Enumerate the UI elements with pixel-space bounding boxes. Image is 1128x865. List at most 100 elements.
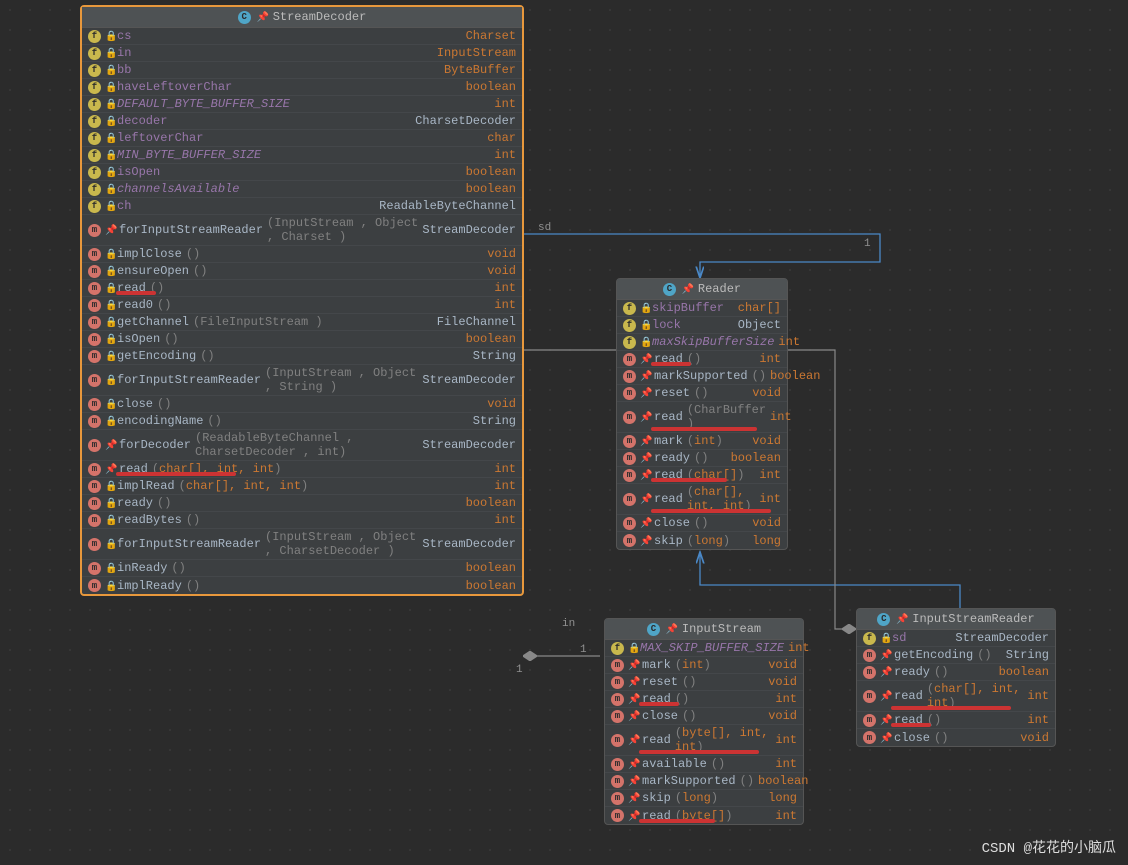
member-type: String bbox=[473, 414, 516, 428]
member-row[interactable]: m🔒inReady ()boolean bbox=[82, 560, 522, 577]
member-row[interactable]: m🔒getChannel (FileInputStream )FileChann… bbox=[82, 314, 522, 331]
member-row[interactable]: f🔒sdStreamDecoder bbox=[857, 630, 1055, 647]
member-row[interactable]: m📌reset ()void bbox=[605, 674, 803, 691]
member-row[interactable]: m🔒ensureOpen ()void bbox=[82, 263, 522, 280]
member-row[interactable]: m📌read ()int bbox=[605, 691, 803, 708]
class-box-inputstreamreader[interactable]: C 📌 InputStreamReader f🔒sdStreamDecoderm… bbox=[856, 608, 1056, 747]
field-icon: f bbox=[88, 200, 101, 213]
member-row[interactable]: m📌close ()void bbox=[617, 515, 787, 532]
class-icon: C bbox=[663, 283, 676, 296]
member-name: bb bbox=[117, 63, 131, 77]
member-row[interactable]: m📌read ()int bbox=[857, 712, 1055, 729]
member-row[interactable]: m🔒getEncoding ()String bbox=[82, 348, 522, 365]
member-row[interactable]: m📌read (char[])int bbox=[617, 467, 787, 484]
member-row[interactable]: m📌read (char[], int, int)int bbox=[857, 681, 1055, 712]
member-row[interactable]: m📌markSupported ()boolean bbox=[605, 773, 803, 790]
member-params: () bbox=[682, 709, 696, 723]
member-row[interactable]: m📌read (CharBuffer )int bbox=[617, 402, 787, 433]
member-name: sd bbox=[892, 631, 906, 645]
member-row[interactable]: m📌read (char[], int, int)int bbox=[617, 484, 787, 515]
member-row[interactable]: m📌read (char[], int, int)int bbox=[82, 461, 522, 478]
class-box-inputstream[interactable]: C 📌 InputStream f🔒MAX_SKIP_BUFFER_SIZEin… bbox=[604, 618, 804, 825]
member-row[interactable]: m📌available ()int bbox=[605, 756, 803, 773]
method-icon: m bbox=[623, 353, 636, 366]
member-row[interactable]: f🔒isOpenboolean bbox=[82, 164, 522, 181]
member-row[interactable]: m🔒forInputStreamReader (InputStream , Ob… bbox=[82, 529, 522, 560]
member-row[interactable]: f🔒inInputStream bbox=[82, 45, 522, 62]
member-name: read bbox=[654, 410, 683, 424]
member-type: int bbox=[759, 492, 781, 506]
lock-icon: 🔒 bbox=[105, 133, 113, 143]
member-row[interactable]: m🔒close ()void bbox=[82, 396, 522, 413]
method-icon: m bbox=[88, 480, 101, 493]
method-icon: m bbox=[88, 562, 101, 575]
member-row[interactable]: m📌ready ()boolean bbox=[617, 450, 787, 467]
method-icon: m bbox=[611, 775, 624, 788]
highlight-underline bbox=[651, 478, 727, 482]
pin-icon: 📌 bbox=[628, 735, 638, 745]
member-name: in bbox=[117, 46, 131, 60]
member-row[interactable]: m🔒implReady ()boolean bbox=[82, 577, 522, 594]
member-type: int bbox=[494, 148, 516, 162]
member-row[interactable]: f🔒leftoverCharchar bbox=[82, 130, 522, 147]
class-box-reader[interactable]: C 📌 Reader f🔒skipBufferchar[]f🔒lockObjec… bbox=[616, 278, 788, 550]
member-type: int bbox=[1027, 689, 1049, 703]
class-title-label: InputStream bbox=[682, 622, 761, 636]
member-row[interactable]: m📌mark (int)void bbox=[605, 657, 803, 674]
member-row[interactable]: f🔒chReadableByteChannel bbox=[82, 198, 522, 215]
member-row[interactable]: f🔒DEFAULT_BYTE_BUFFER_SIZEint bbox=[82, 96, 522, 113]
member-type: boolean bbox=[466, 561, 516, 575]
member-row[interactable]: m📌mark (int)void bbox=[617, 433, 787, 450]
member-row[interactable]: m🔒read0 ()int bbox=[82, 297, 522, 314]
member-row[interactable]: m🔒ready ()boolean bbox=[82, 495, 522, 512]
member-row[interactable]: m📌read ()int bbox=[617, 351, 787, 368]
member-row[interactable]: m📌getEncoding ()String bbox=[857, 647, 1055, 664]
member-row[interactable]: f🔒decoderCharsetDecoder bbox=[82, 113, 522, 130]
member-row[interactable]: m📌reset ()void bbox=[617, 385, 787, 402]
member-row[interactable]: m🔒forInputStreamReader (InputStream , Ob… bbox=[82, 365, 522, 396]
member-row[interactable]: m📌forInputStreamReader (InputStream , Ob… bbox=[82, 215, 522, 246]
member-row[interactable]: f🔒MIN_BYTE_BUFFER_SIZEint bbox=[82, 147, 522, 164]
member-row[interactable]: f🔒lockObject bbox=[617, 317, 787, 334]
member-type: void bbox=[487, 247, 516, 261]
member-name: available bbox=[642, 757, 707, 771]
member-row[interactable]: m📌read (byte[], int, int)int bbox=[605, 725, 803, 756]
member-params: () bbox=[193, 264, 207, 278]
member-name: close bbox=[642, 709, 678, 723]
method-icon: m bbox=[863, 690, 876, 703]
member-type: boolean bbox=[466, 182, 516, 196]
member-row[interactable]: m📌close ()void bbox=[605, 708, 803, 725]
member-row[interactable]: f🔒haveLeftoverCharboolean bbox=[82, 79, 522, 96]
class-icon: C bbox=[877, 613, 890, 626]
pin-icon: 📌 bbox=[666, 624, 676, 634]
member-row[interactable]: m📌skip (long)long bbox=[617, 532, 787, 549]
member-row[interactable]: f🔒MAX_SKIP_BUFFER_SIZEint bbox=[605, 640, 803, 657]
class-title: C 📌 Reader bbox=[617, 279, 787, 300]
method-icon: m bbox=[623, 534, 636, 547]
member-name: mark bbox=[642, 658, 671, 672]
member-row[interactable]: m🔒implRead (char[], int, int)int bbox=[82, 478, 522, 495]
member-row[interactable]: m📌close ()void bbox=[857, 729, 1055, 746]
method-icon: m bbox=[88, 538, 101, 551]
member-row[interactable]: f🔒channelsAvailableboolean bbox=[82, 181, 522, 198]
member-row[interactable]: m📌markSupported ()boolean bbox=[617, 368, 787, 385]
member-row[interactable]: m🔒readBytes ()int bbox=[82, 512, 522, 529]
member-row[interactable]: m📌read (byte[])int bbox=[605, 807, 803, 824]
member-row[interactable]: m🔒isOpen ()boolean bbox=[82, 331, 522, 348]
member-row[interactable]: f🔒bbByteBuffer bbox=[82, 62, 522, 79]
member-row[interactable]: m📌forDecoder (ReadableByteChannel , Char… bbox=[82, 430, 522, 461]
member-row[interactable]: f🔒csCharset bbox=[82, 28, 522, 45]
method-icon: m bbox=[88, 497, 101, 510]
member-row[interactable]: m🔒encodingName ()String bbox=[82, 413, 522, 430]
member-row[interactable]: f🔒skipBufferchar[] bbox=[617, 300, 787, 317]
member-row[interactable]: m🔒read ()int bbox=[82, 280, 522, 297]
class-box-streamdecoder[interactable]: C 📌 StreamDecoder f🔒csCharsetf🔒inInputSt… bbox=[80, 5, 524, 596]
class-title: C 📌 InputStream bbox=[605, 619, 803, 640]
member-row[interactable]: m🔒implClose ()void bbox=[82, 246, 522, 263]
member-row[interactable]: m📌ready ()boolean bbox=[857, 664, 1055, 681]
class-icon: C bbox=[238, 11, 251, 24]
method-icon: m bbox=[863, 714, 876, 727]
highlight-underline bbox=[651, 362, 691, 366]
member-row[interactable]: f🔒maxSkipBufferSizeint bbox=[617, 334, 787, 351]
member-row[interactable]: m📌skip (long)long bbox=[605, 790, 803, 807]
